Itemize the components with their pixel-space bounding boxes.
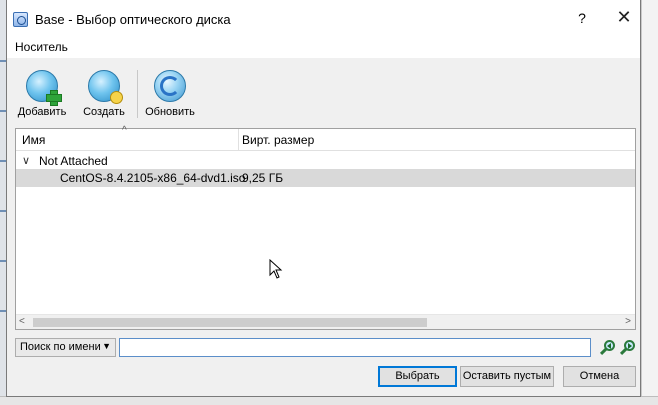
cell-disk-name: CentOS-8.4.2105-x86_64-dvd1.iso [60,171,246,185]
sort-ascending-icon: ^ [122,125,127,136]
scroll-left-icon[interactable]: < [19,316,25,327]
table-header: Имя ^ Вирт. размер [16,125,635,151]
optical-disk-selector-dialog: Base - Выбор оптического диска ? ✕ Носит… [6,0,641,397]
find-previous-icon[interactable] [599,339,617,357]
leave-empty-button[interactable]: Оставить пустым [460,366,554,387]
media-table[interactable]: Имя ^ Вирт. размер ∨ Not Attached CentOS… [15,125,636,330]
choose-button[interactable]: Выбрать [378,366,457,387]
column-separator[interactable] [238,129,239,151]
help-button[interactable]: ? [572,10,592,26]
cell-disk-size: 9,25 ГБ [242,171,284,185]
create-button-label: Создать [83,106,125,118]
search-mode-label: Поиск по имени [20,341,101,353]
refresh-button-label: Обновить [145,106,195,118]
chevron-down-icon[interactable]: ∨ [22,154,30,167]
mouse-cursor-icon [269,259,283,279]
search-mode-select[interactable]: Поиск по имени ▼ [15,338,116,357]
search-input[interactable] [119,338,591,357]
background-window-right [641,0,658,405]
create-disk-icon [88,70,123,104]
toolbar: Добавить Создать Обновить [7,58,640,124]
horizontal-scrollbar[interactable]: < > [16,314,635,329]
add-button[interactable]: Добавить [13,66,71,122]
dropdown-arrow-icon: ▼ [102,341,111,351]
refresh-icon [154,70,186,102]
table-row[interactable]: CentOS-8.4.2105-x86_64-dvd1.iso 9,25 ГБ [16,169,635,187]
group-row-not-attached[interactable]: ∨ Not Attached [16,153,635,170]
scroll-right-icon[interactable]: > [625,316,631,327]
background-window-bottom [0,396,658,405]
toolbar-separator [137,70,138,118]
group-label: Not Attached [39,154,108,168]
app-icon [13,12,28,27]
menu-bar: Носитель [7,38,640,58]
menu-item-media[interactable]: Носитель [13,40,70,54]
title-bar[interactable]: Base - Выбор оптического диска ? ✕ [7,0,640,38]
refresh-button[interactable]: Обновить [141,66,199,122]
create-button[interactable]: Создать [75,66,133,122]
find-next-icon[interactable] [619,339,637,357]
column-header-name[interactable]: Имя [22,133,45,147]
search-bar: Поиск по имени ▼ [15,338,636,358]
column-header-virtual-size[interactable]: Вирт. размер [242,133,314,147]
add-button-label: Добавить [17,106,67,118]
add-disk-icon [26,70,62,106]
window-title: Base - Выбор оптического диска [35,12,231,27]
close-button[interactable]: ✕ [614,7,634,28]
cancel-button[interactable]: Отмена [563,366,636,387]
scrollbar-thumb[interactable] [33,318,427,327]
